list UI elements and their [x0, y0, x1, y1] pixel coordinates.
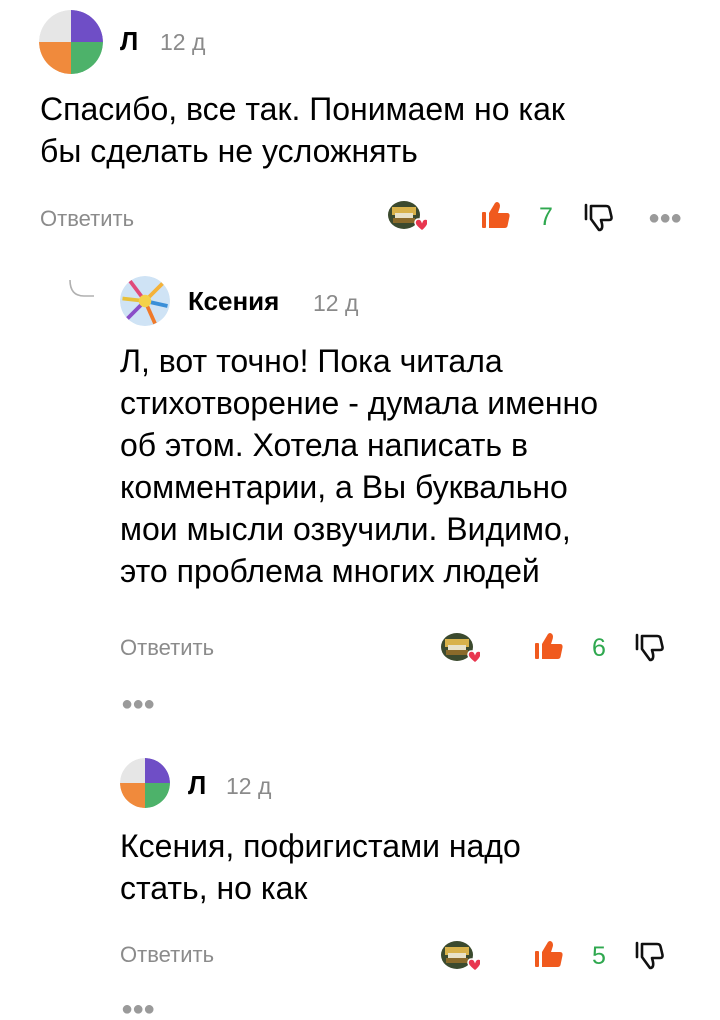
comment-text-line: Ксения, пофигистами надо: [120, 828, 521, 864]
reply-button[interactable]: Ответить: [120, 942, 214, 968]
comment-text-line: Спасибо, все так. Понимаем но как: [40, 91, 565, 127]
avatar[interactable]: [39, 10, 103, 74]
comment-text-line: стать, но как: [120, 870, 308, 906]
like-count: 6: [592, 634, 606, 662]
avatar[interactable]: [120, 276, 170, 326]
dislike-icon[interactable]: [582, 201, 614, 233]
reply-button[interactable]: Ответить: [40, 206, 134, 232]
reply-thread-icon: [69, 279, 94, 297]
dislike-icon[interactable]: [633, 631, 665, 663]
comment-time: 12 д: [160, 29, 206, 55]
like-icon[interactable]: [533, 630, 565, 662]
like-count: 5: [592, 942, 606, 970]
author-heart-icon: [440, 939, 480, 973]
reply-button[interactable]: Ответить: [120, 635, 214, 661]
comment-text-line: бы сделать не усложнять: [40, 133, 418, 169]
like-icon[interactable]: [480, 199, 512, 231]
more-dots-icon[interactable]: ●●●: [121, 694, 155, 714]
comment-text-line: стихотворение - думала именно: [120, 385, 599, 421]
author-heart-icon: [387, 199, 427, 233]
comment-text-line: мои мысли озвучили. Видимо,: [120, 511, 571, 547]
more-dots-icon[interactable]: ●●●: [648, 208, 682, 228]
comment-author[interactable]: Ксения: [188, 286, 279, 316]
comment-time: 12 д: [313, 290, 359, 316]
comment-author[interactable]: Л: [120, 26, 138, 56]
like-icon[interactable]: [533, 938, 565, 970]
like-count: 7: [539, 203, 553, 231]
comment-text-line: Л, вот точно! Пока читала: [120, 343, 503, 379]
author-heart-icon: [440, 631, 480, 665]
comment-text: Ксения, пофигистами надо стать, но как: [120, 825, 700, 909]
dislike-icon[interactable]: [633, 939, 665, 971]
comment-text-line: это проблема многих людей: [120, 553, 540, 589]
comment-author[interactable]: Л: [188, 770, 206, 800]
more-dots-icon[interactable]: ●●●: [121, 999, 155, 1019]
comment-time: 12 д: [226, 773, 272, 799]
avatar[interactable]: [120, 758, 170, 808]
comment-text-line: комментарии, а Вы буквально: [120, 469, 568, 505]
comment-text: Л, вот точно! Пока читала стихотворение …: [120, 340, 700, 592]
comment-text-line: об этом. Хотела написать в: [120, 427, 528, 463]
comment-text: Спасибо, все так. Понимаем но как бы сде…: [40, 88, 690, 172]
